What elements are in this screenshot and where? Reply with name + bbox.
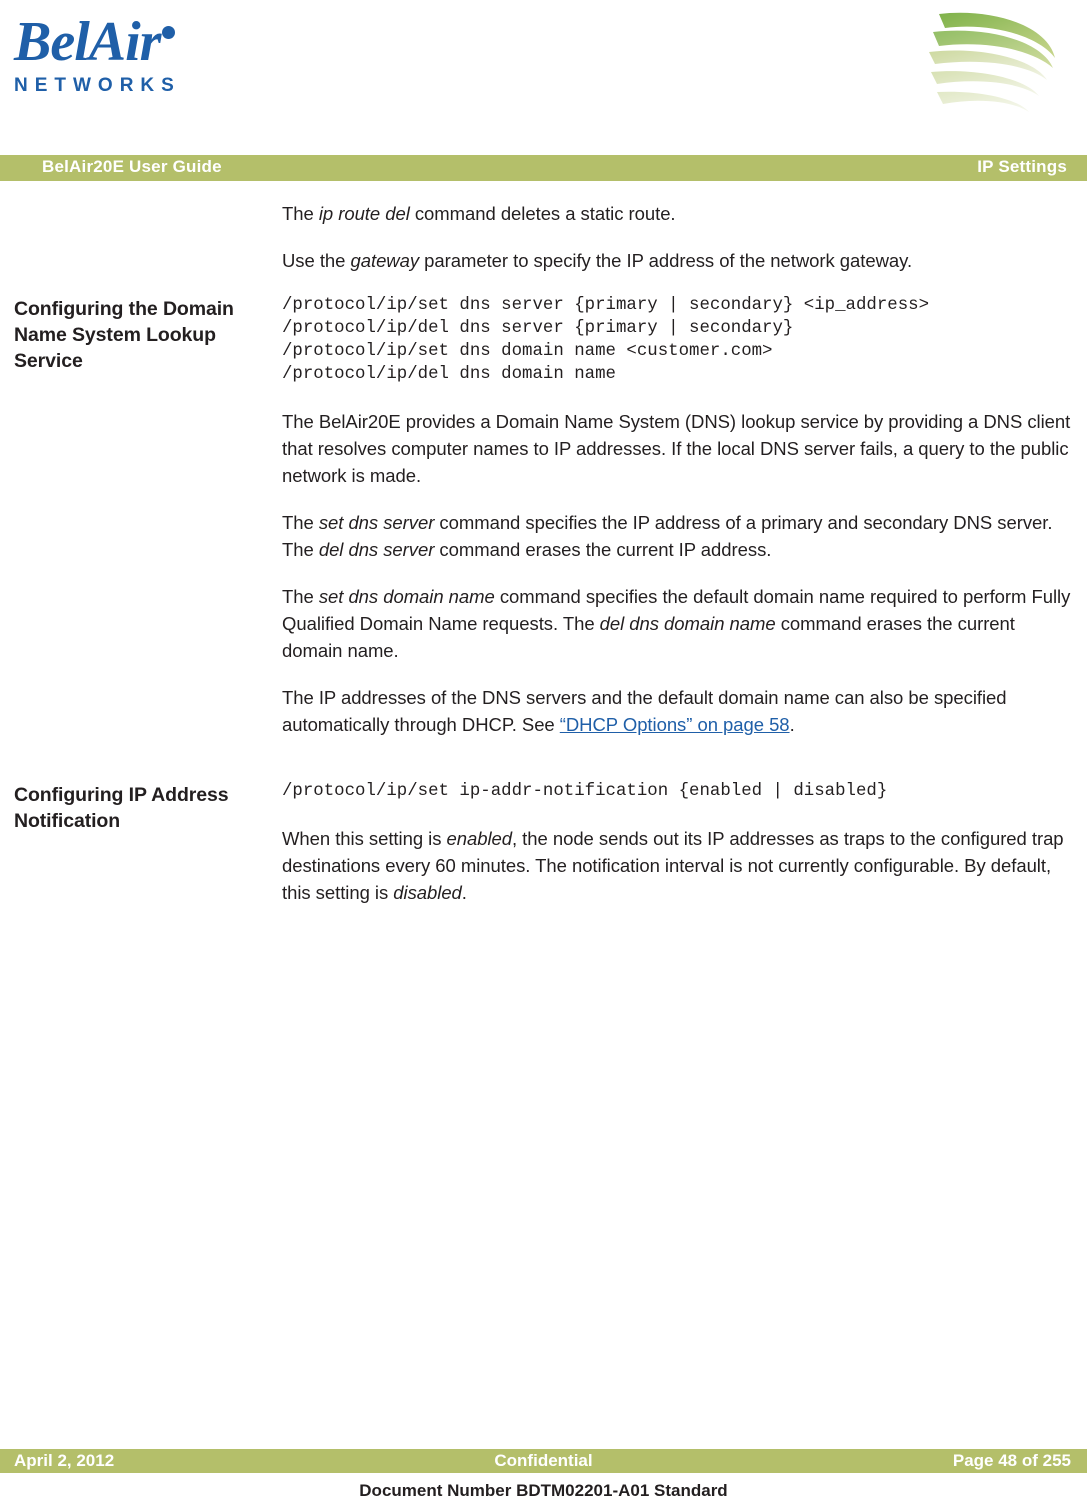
dns-p2-a: The: [282, 512, 319, 533]
dns-p2-i1: set dns server: [318, 512, 435, 533]
running-head-left: BelAir20E User Guide: [42, 157, 222, 176]
footer-classification: Confidential: [494, 1451, 593, 1470]
ipaddr-p1-a: When this setting is: [282, 828, 447, 849]
footer-page-number: Page 48 of 255: [952, 1451, 1071, 1470]
intro-p1-italic: ip route del: [318, 203, 410, 224]
intro-body-column: The ip route del command deletes a stati…: [282, 200, 1072, 274]
intro-p2-italic: gateway: [350, 250, 420, 271]
section-ipaddr-paragraph-1: When this setting is enabled, the node s…: [282, 825, 1072, 906]
section-dns-paragraph-1: The BelAir20E provides a Domain Name Sys…: [282, 411, 1071, 486]
logo-wordmark: BelAir: [14, 11, 161, 73]
intro-paragraph-1: The ip route del command deletes a stati…: [282, 200, 1072, 227]
ipaddr-p1-i1: enabled: [446, 828, 513, 849]
intro-paragraph-2: Use the gateway parameter to specify the…: [282, 247, 1072, 274]
section-dns-paragraph-2: The set dns server command specifies the…: [282, 509, 1072, 563]
running-head-right: IP Settings: [977, 157, 1067, 176]
dns-p3-a: The: [282, 586, 319, 607]
section-ipaddr-code-block: /protocol/ip/set ip-addr-notification {e…: [282, 782, 888, 801]
footer-document-number: Document Number BDTM02201-A01 Standard: [359, 1481, 728, 1500]
section-ip-address-notification: Configuring IP Address Notification /pro…: [0, 780, 1087, 906]
section-dns: Configuring the Domain Name System Looku…: [0, 294, 1087, 738]
page-content: The ip route del command deletes a stati…: [0, 200, 1087, 926]
intro-block: The ip route del command deletes a stati…: [0, 200, 1087, 274]
dns-p3-i1: set dns domain name: [318, 586, 495, 607]
intro-p2-after: parameter to specify the IP address of t…: [419, 250, 913, 271]
logo-tagline: NETWORKS: [14, 75, 181, 96]
intro-p1-before: The: [282, 203, 319, 224]
intro-p2-before: Use the: [282, 250, 351, 271]
ipaddr-p1-i2: disabled: [393, 882, 462, 903]
section-dns-code-block: /protocol/ip/set dns server {primary | s…: [282, 296, 930, 384]
dns-p2-c: command erases the current IP address.: [434, 539, 772, 560]
dns-p3-i2: del dns domain name: [599, 613, 776, 634]
dns-p2-i2: del dns server: [318, 539, 435, 560]
section-ipaddr-body: /protocol/ip/set ip-addr-notification {e…: [282, 780, 1072, 906]
dns-p4-b: .: [789, 714, 795, 735]
swoosh-graphic-icon: [929, 12, 1055, 112]
document-page: BelAir NETWORKS BelAir20E User Guide IP …: [0, 0, 1087, 1511]
section-ipaddr-heading: Configuring IP Address Notification: [14, 784, 229, 832]
dhcp-options-crossref-link[interactable]: “DHCP Options” on page 58: [560, 714, 790, 735]
section-dns-paragraph-3: The set dns domain name command specifie…: [282, 583, 1072, 664]
section-dns-heading: Configuring the Domain Name System Looku…: [14, 298, 234, 372]
belair-logo: BelAir NETWORKS: [14, 12, 224, 98]
section-dns-paragraph-4: The IP addresses of the DNS servers and …: [282, 684, 1072, 738]
ipaddr-p1-c: .: [461, 882, 467, 903]
intro-p1-after: command deletes a static route.: [409, 203, 676, 224]
logo-dot-icon: [162, 26, 175, 39]
section-dns-body: /protocol/ip/set dns server {primary | s…: [282, 294, 1072, 738]
